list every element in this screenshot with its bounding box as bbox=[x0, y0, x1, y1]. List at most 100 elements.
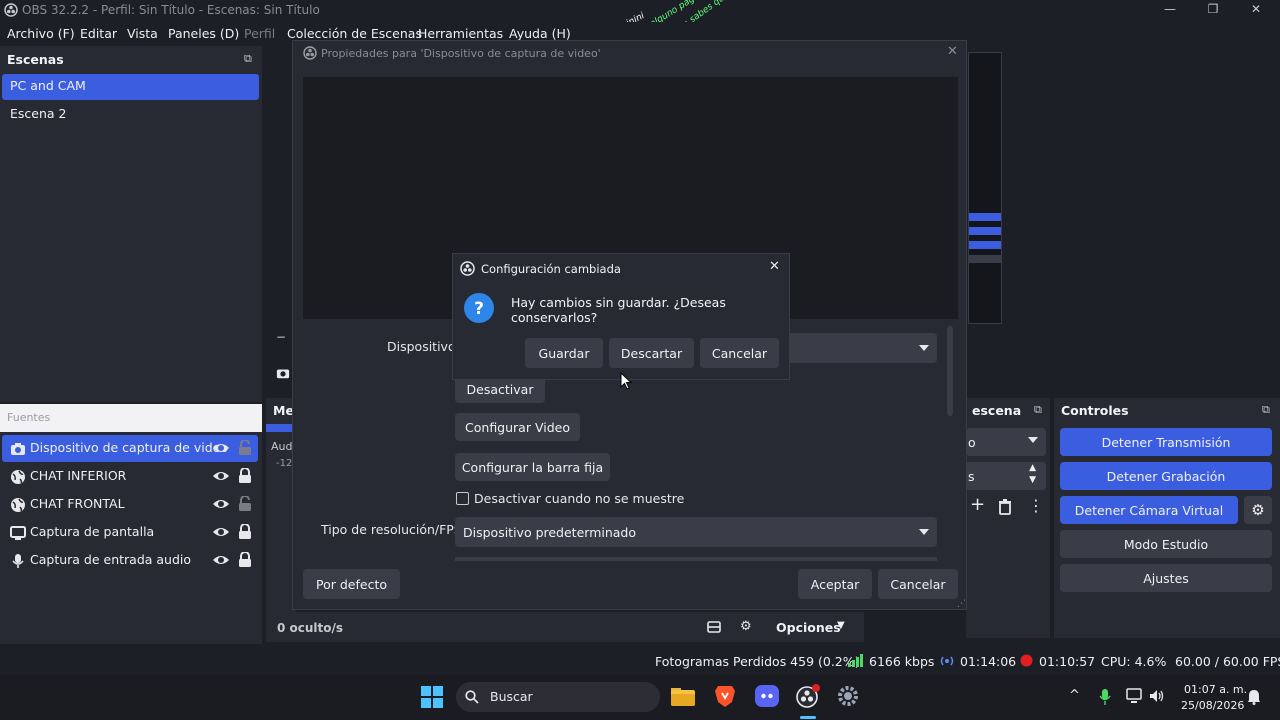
minimize-button[interactable]: — bbox=[1159, 2, 1181, 20]
discord-icon[interactable] bbox=[755, 685, 779, 707]
unlock-icon[interactable] bbox=[238, 496, 252, 512]
microphone-tray-icon[interactable] bbox=[1099, 688, 1111, 706]
filter-icon[interactable] bbox=[707, 621, 721, 633]
resolution-select[interactable]: Dispositivo predeterminado bbox=[455, 517, 937, 547]
confirm-cancel-button[interactable]: Cancelar bbox=[700, 338, 779, 368]
source-item[interactable]: CHAT INFERIOR bbox=[2, 463, 258, 490]
undock-icon[interactable]: ⧉ bbox=[1034, 403, 1042, 417]
menu-archivo[interactable]: Archivo (F) bbox=[7, 26, 75, 41]
more-options-icon[interactable]: ⋮ bbox=[1028, 496, 1044, 515]
window-title: OBS 32.2.2 - Perfil: Sin Título - Escena… bbox=[22, 3, 320, 17]
screenshot-icon[interactable] bbox=[270, 360, 294, 386]
menu-herramientas[interactable]: Herramientas bbox=[418, 26, 503, 41]
volume-icon[interactable] bbox=[1149, 689, 1165, 703]
network-icon[interactable] bbox=[1126, 688, 1144, 704]
cancel-button[interactable]: Cancelar bbox=[878, 569, 958, 599]
confirm-title: Configuración cambiada bbox=[481, 262, 621, 276]
notification-bell-icon[interactable] bbox=[1247, 689, 1261, 705]
menu-vista[interactable]: Vista bbox=[127, 26, 158, 41]
confirm-dialog: Configuración cambiada ✕ ? Hay cambios s… bbox=[452, 253, 790, 380]
settings-button[interactable]: Ajustes bbox=[1060, 564, 1272, 592]
scenes-header: Escenas bbox=[7, 52, 64, 67]
obs-logo-icon bbox=[303, 46, 317, 60]
virtual-camera-settings-icon[interactable]: ⚙ bbox=[1244, 496, 1272, 524]
studio-mode-button[interactable]: Modo Estudio bbox=[1060, 530, 1272, 558]
stop-virtual-camera-button[interactable]: Detener Cámara Virtual bbox=[1060, 496, 1238, 524]
menu-ayuda[interactable]: Ayuda (H) bbox=[509, 26, 571, 41]
trash-icon[interactable] bbox=[998, 499, 1012, 515]
obs-taskbar-icon[interactable] bbox=[796, 684, 820, 708]
source-item[interactable]: Captura de entrada audio bbox=[2, 547, 258, 574]
active-app-indicator bbox=[800, 716, 816, 719]
scenes-dock: Escenas ⧉ PC and CAM Escena 2 bbox=[0, 46, 262, 402]
resolution-label: Tipo de resolución/FPS bbox=[321, 522, 462, 537]
undock-icon[interactable]: ⧉ bbox=[1262, 403, 1270, 417]
lock-icon[interactable] bbox=[238, 552, 252, 568]
configure-crossbar-button[interactable]: Configurar la barra fija bbox=[455, 453, 610, 481]
undock-icon[interactable]: ⧉ bbox=[244, 52, 252, 66]
windows-start-icon[interactable] bbox=[421, 686, 443, 708]
device-label: Dispositivo bbox=[387, 339, 456, 354]
close-icon[interactable]: ✕ bbox=[769, 259, 780, 274]
accept-button[interactable]: Aceptar bbox=[798, 569, 872, 599]
stop-streaming-button[interactable]: Detener Transmisión bbox=[1060, 428, 1272, 456]
zoom-out-icon[interactable]: − bbox=[276, 330, 286, 344]
menu-coleccion-escenas[interactable]: Colección de Escenas bbox=[287, 26, 422, 41]
mouse-cursor-icon bbox=[620, 372, 632, 390]
source-item[interactable]: CHAT FRONTAL bbox=[2, 491, 258, 518]
deactivate-hidden-label: Desactivar cuando no se muestre bbox=[474, 491, 685, 506]
close-window-button[interactable]: ✕ bbox=[1245, 2, 1267, 20]
unlock-icon[interactable] bbox=[238, 440, 252, 456]
maximize-button[interactable]: ❐ bbox=[1202, 2, 1224, 20]
visibility-eye-icon[interactable] bbox=[212, 525, 230, 539]
configure-video-button[interactable]: Configurar Video bbox=[455, 413, 580, 441]
resize-grip-icon[interactable]: ⋰ bbox=[957, 599, 966, 609]
options-button[interactable]: Opciones bbox=[776, 620, 841, 635]
scrollbar[interactable] bbox=[947, 326, 953, 416]
clock-date[interactable]: 25/08/2026 bbox=[1181, 699, 1244, 712]
controls-dock: Controles ⧉ Detener Transmisión Detener … bbox=[1054, 398, 1280, 638]
chevron-down-icon: ▼ bbox=[837, 620, 845, 631]
clock-time[interactable]: 01:07 a. m. bbox=[1184, 683, 1247, 696]
discard-button[interactable]: Descartar bbox=[609, 338, 694, 368]
visibility-eye-icon[interactable] bbox=[212, 497, 230, 511]
streaming-icon bbox=[940, 656, 954, 666]
source-item[interactable]: Dispositivo de captura de video bbox=[2, 435, 258, 462]
transition-duration[interactable]: s ▲ ▼ bbox=[966, 462, 1046, 490]
scene-item[interactable]: PC and CAM bbox=[2, 74, 259, 100]
mixer-settings-icon[interactable]: ⚙ bbox=[740, 619, 752, 634]
deactivate-hidden-checkbox[interactable] bbox=[456, 492, 469, 505]
obs-logo-icon bbox=[460, 261, 475, 276]
file-explorer-icon[interactable] bbox=[671, 686, 695, 706]
lock-icon[interactable] bbox=[238, 524, 252, 540]
source-item[interactable]: Captura de pantalla bbox=[2, 519, 258, 546]
settings-gear-icon[interactable] bbox=[837, 685, 859, 707]
preview-thumbnail bbox=[968, 52, 1002, 324]
show-hidden-icons-icon[interactable]: ^ bbox=[1069, 688, 1080, 703]
save-button[interactable]: Guardar bbox=[525, 338, 603, 368]
visibility-eye-icon[interactable] bbox=[212, 441, 230, 455]
transitions-dock: escena ⧉ o s ▲ ▼ + ⋮ bbox=[966, 398, 1050, 638]
dropped-frames: Fotogramas Perdidos 459 (0.2%) bbox=[655, 654, 860, 669]
taskbar: Buscar ^ 01:07 a. m. 25/08/2026 bbox=[0, 674, 1280, 720]
controls-header: Controles bbox=[1061, 403, 1129, 418]
lock-icon[interactable] bbox=[238, 468, 252, 484]
cpu-usage: CPU: 4.6% bbox=[1101, 654, 1167, 669]
add-icon[interactable]: + bbox=[970, 494, 985, 515]
menu-editar[interactable]: Editar bbox=[80, 26, 117, 41]
recording-icon bbox=[1020, 654, 1033, 667]
menu-perfil[interactable]: Perfil bbox=[244, 26, 275, 41]
taskbar-search[interactable]: Buscar bbox=[456, 682, 660, 712]
device-select[interactable] bbox=[779, 333, 937, 363]
close-icon[interactable]: ✕ bbox=[947, 44, 958, 59]
visibility-eye-icon[interactable] bbox=[212, 553, 230, 567]
brave-browser-icon[interactable] bbox=[715, 684, 735, 708]
sources-dock: Dispositivo de captura de video CHAT INF… bbox=[0, 432, 262, 644]
menu-paneles[interactable]: Paneles (D) bbox=[168, 26, 239, 41]
stop-recording-button[interactable]: Detener Grabación bbox=[1060, 462, 1272, 490]
scene-item[interactable]: Escena 2 bbox=[2, 102, 259, 128]
next-field-edge bbox=[455, 557, 937, 561]
defaults-button[interactable]: Por defecto bbox=[303, 569, 400, 599]
transition-select[interactable]: o bbox=[966, 428, 1046, 456]
visibility-eye-icon[interactable] bbox=[212, 469, 230, 483]
